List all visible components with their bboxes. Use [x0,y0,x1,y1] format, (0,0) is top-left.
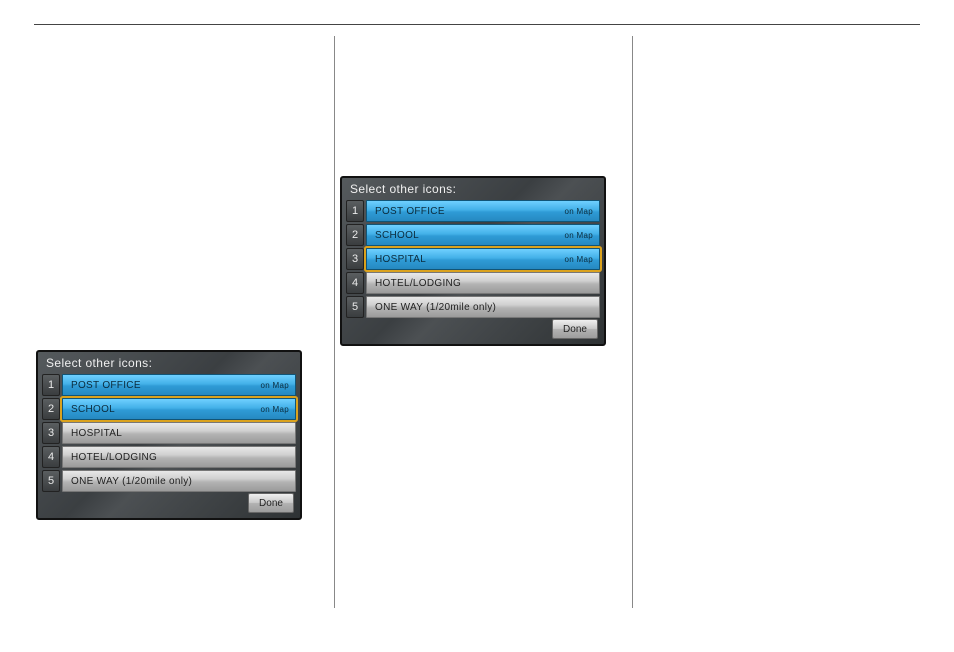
column-separator-1 [334,36,335,608]
done-button[interactable]: Done [552,319,598,339]
row-label: POST OFFICE [71,380,141,391]
row-number: 2 [42,398,60,420]
row-button[interactable]: HOTEL/LODGING [366,272,600,294]
page-rule [34,24,920,25]
row-number: 1 [346,200,364,222]
row-tag: on Map [261,405,289,414]
row-button[interactable]: HOSPITAL [62,422,296,444]
list-item[interactable]: 5 ONE WAY (1/20mile only) [346,296,600,318]
row-label: HOSPITAL [71,428,122,439]
panel-rows: 1 POST OFFICE on Map 2 SCHOOL on Map 3 H… [346,200,600,320]
list-item[interactable]: 4 HOTEL/LODGING [42,446,296,468]
panel-rows: 1 POST OFFICE on Map 2 SCHOOL on Map 3 H… [42,374,296,494]
list-item[interactable]: 2 SCHOOL on Map [42,398,296,420]
list-item[interactable]: 2 SCHOOL on Map [346,224,600,246]
select-icons-panel-2: Select other icons: 1 POST OFFICE on Map… [340,176,606,346]
row-tag: on Map [261,381,289,390]
panel-title: Select other icons: [46,356,152,370]
row-label: HOTEL/LODGING [71,452,157,463]
row-label: ONE WAY (1/20mile only) [375,302,496,313]
row-button[interactable]: SCHOOL on Map [366,224,600,246]
row-number: 2 [346,224,364,246]
list-item[interactable]: 1 POST OFFICE on Map [42,374,296,396]
select-icons-panel-1: Select other icons: 1 POST OFFICE on Map… [36,350,302,520]
list-item[interactable]: 1 POST OFFICE on Map [346,200,600,222]
column-separator-2 [632,36,633,608]
row-number: 4 [42,446,60,468]
row-label: SCHOOL [375,230,419,241]
list-item[interactable]: 5 ONE WAY (1/20mile only) [42,470,296,492]
row-number: 3 [346,248,364,270]
list-item[interactable]: 4 HOTEL/LODGING [346,272,600,294]
row-tag: on Map [565,255,593,264]
done-button[interactable]: Done [248,493,294,513]
row-button[interactable]: SCHOOL on Map [62,398,296,420]
row-label: POST OFFICE [375,206,445,217]
row-label: SCHOOL [71,404,115,415]
row-label: HOTEL/LODGING [375,278,461,289]
list-item[interactable]: 3 HOSPITAL [42,422,296,444]
row-number: 3 [42,422,60,444]
row-number: 5 [346,296,364,318]
row-button[interactable]: HOSPITAL on Map [366,248,600,270]
row-button[interactable]: POST OFFICE on Map [366,200,600,222]
row-number: 1 [42,374,60,396]
row-button[interactable]: HOTEL/LODGING [62,446,296,468]
row-tag: on Map [565,207,593,216]
row-number: 5 [42,470,60,492]
panel-title: Select other icons: [350,182,456,196]
row-label: HOSPITAL [375,254,426,265]
row-label: ONE WAY (1/20mile only) [71,476,192,487]
list-item[interactable]: 3 HOSPITAL on Map [346,248,600,270]
row-number: 4 [346,272,364,294]
row-button[interactable]: ONE WAY (1/20mile only) [366,296,600,318]
row-button[interactable]: ONE WAY (1/20mile only) [62,470,296,492]
row-tag: on Map [565,231,593,240]
row-button[interactable]: POST OFFICE on Map [62,374,296,396]
